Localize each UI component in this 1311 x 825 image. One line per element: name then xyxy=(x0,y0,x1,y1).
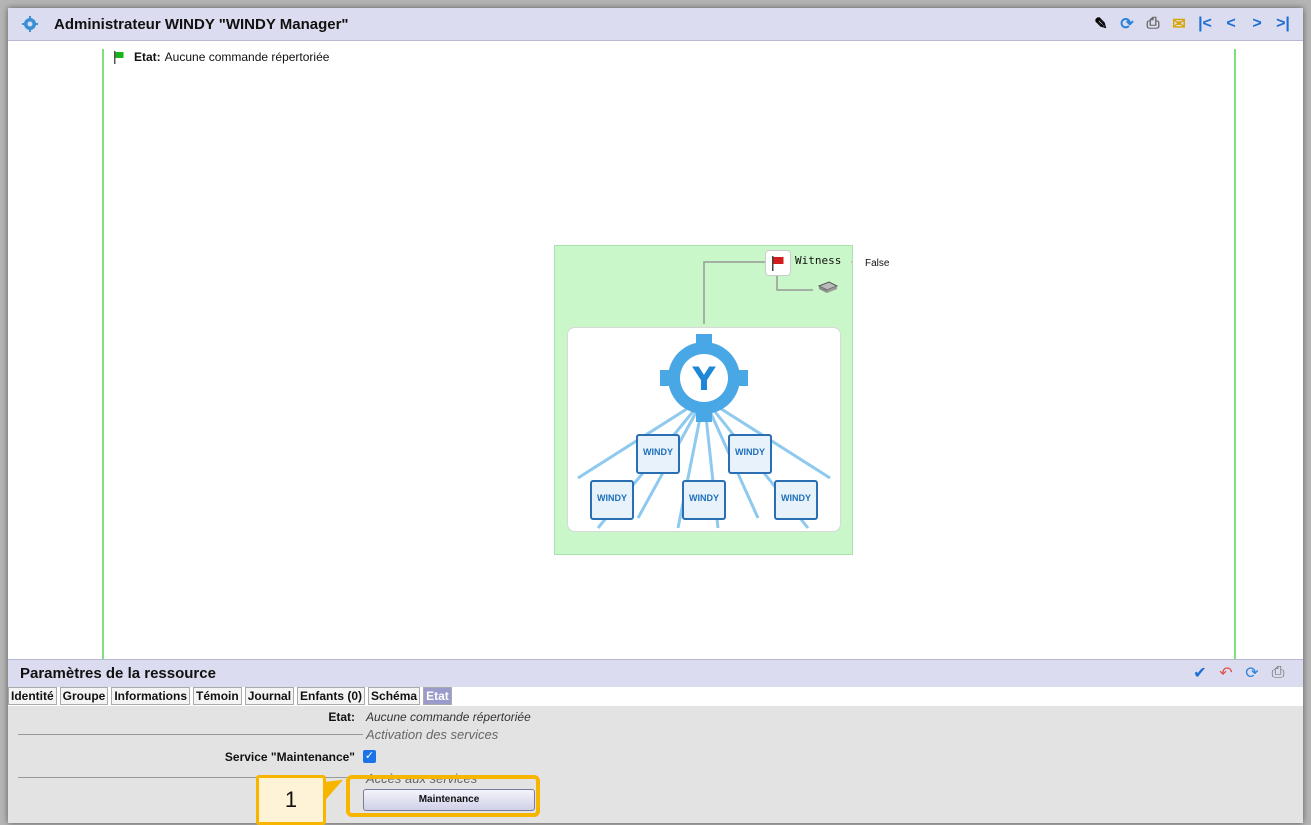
service-maintenance-checkbox[interactable]: ✓ xyxy=(363,750,376,763)
tab-enfants[interactable]: Enfants (0) xyxy=(297,687,366,705)
witness-value: False xyxy=(865,258,890,269)
tab-identite[interactable]: Identité xyxy=(8,687,57,705)
annotation-highlight xyxy=(346,775,540,817)
title-bar: Administrateur WINDY "WINDY Manager" ✎ ⟳… xyxy=(8,8,1303,41)
window-title: Administrateur WINDY "WINDY Manager" xyxy=(54,16,349,33)
params-title: Paramètres de la ressource xyxy=(20,665,216,682)
server-icon[interactable] xyxy=(817,280,839,294)
next-icon[interactable]: > xyxy=(1247,14,1267,34)
tab-groupe[interactable]: Groupe xyxy=(59,687,109,705)
tab-temoin[interactable]: Témoin xyxy=(193,687,242,705)
annotation-callout: 1 xyxy=(256,775,326,825)
witness-label: Witness xyxy=(795,254,842,267)
device-windy-3[interactable]: WINDY xyxy=(590,480,634,520)
windy-manager-node[interactable]: Y WINDY WINDY WINDY WINDY WINDY xyxy=(567,327,841,532)
validate-icon[interactable]: ✔ xyxy=(1191,664,1209,682)
red-flag-icon[interactable] xyxy=(765,250,791,276)
section-activation: Activation des services xyxy=(366,727,499,742)
refresh-icon[interactable]: ⟳ xyxy=(1117,14,1137,34)
resource-diagram: Y WINDY WINDY WINDY WINDY WINDY xyxy=(554,245,853,555)
export-icon[interactable]: ✉ xyxy=(1169,14,1189,34)
app-window: Administrateur WINDY "WINDY Manager" ✎ ⟳… xyxy=(8,8,1303,823)
edit-icon[interactable]: ✎ xyxy=(1091,14,1111,34)
undo-icon[interactable]: ↶ xyxy=(1217,664,1235,682)
tab-etat[interactable]: Etat xyxy=(423,687,452,705)
previous-icon[interactable]: < xyxy=(1221,14,1241,34)
last-icon[interactable]: >| xyxy=(1273,14,1293,34)
print-icon[interactable]: ⎙ xyxy=(1269,664,1287,682)
device-windy-5[interactable]: WINDY xyxy=(774,480,818,520)
tab-bar: Identité Groupe Informations Témoin Jour… xyxy=(8,687,1303,706)
left-border-line xyxy=(102,49,104,661)
green-flag-icon xyxy=(114,51,124,64)
service-label: Service "Maintenance" xyxy=(224,750,355,764)
refresh-icon[interactable]: ⟳ xyxy=(1243,664,1261,682)
etat-value: Aucune commande répertoriée xyxy=(366,710,531,724)
state-label: Etat: xyxy=(134,50,161,64)
first-icon[interactable]: |< xyxy=(1195,14,1215,34)
params-toolbar: ✔ ↶ ⟳ ⎙ xyxy=(1191,664,1287,682)
state-row: Etat: Aucune commande répertoriée xyxy=(112,50,329,64)
params-header: Paramètres de la ressource ✔ ↶ ⟳ ⎙ xyxy=(8,659,1303,687)
device-windy-4[interactable]: WINDY xyxy=(682,480,726,520)
divider xyxy=(18,734,363,735)
device-windy-1[interactable]: WINDY xyxy=(636,434,680,474)
tab-schema[interactable]: Schéma xyxy=(368,687,421,705)
print-icon[interactable]: ⎙ xyxy=(1143,14,1163,34)
gear-icon xyxy=(22,16,38,32)
state-value: Aucune commande répertoriée xyxy=(164,50,330,64)
device-windy-2[interactable]: WINDY xyxy=(728,434,772,474)
etat-form: Etat: Aucune commande répertoriée Activa… xyxy=(8,706,1303,823)
right-border-line xyxy=(1234,49,1236,661)
tab-informations[interactable]: Informations xyxy=(111,687,191,705)
title-toolbar: ✎ ⟳ ⎙ ✉ |< < > >| xyxy=(1091,14,1293,34)
tab-journal[interactable]: Journal xyxy=(244,687,295,705)
svg-text:Y: Y xyxy=(691,360,716,398)
etat-label: Etat: xyxy=(328,710,355,724)
